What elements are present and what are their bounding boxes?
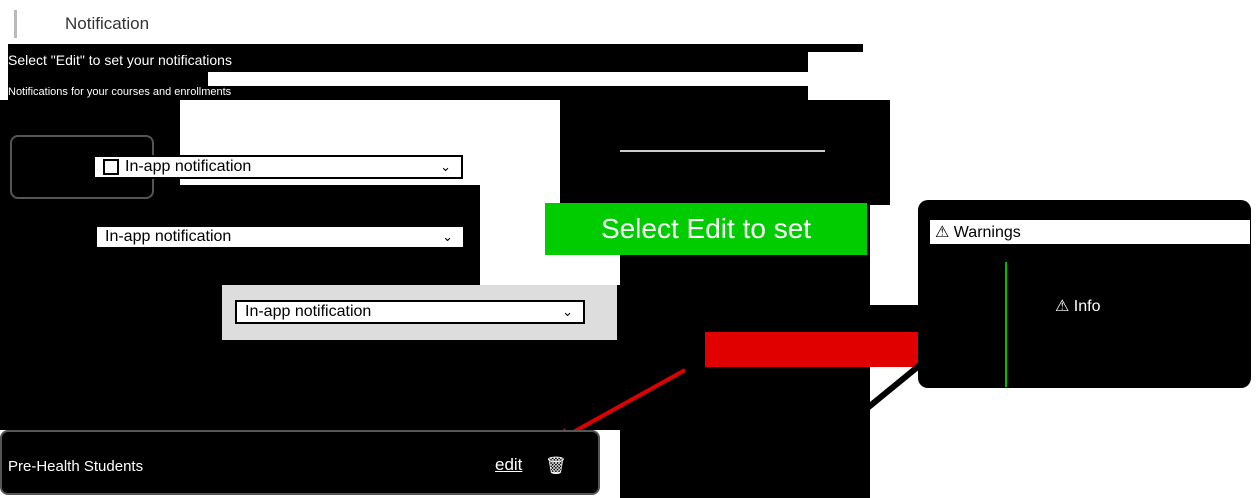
checkbox-icon[interactable] <box>103 159 119 175</box>
divider <box>620 150 825 152</box>
description-line-1: Select "Edit" to set your notifications <box>8 52 808 72</box>
content-block <box>0 100 180 310</box>
select-value: In-app notification <box>105 228 232 245</box>
select-value: In-app notification <box>245 303 372 320</box>
divider <box>8 72 208 86</box>
info-label[interactable]: ⚠ Info <box>1055 296 1100 316</box>
description-line-2: Notifications for your courses and enrol… <box>8 86 808 100</box>
course-name: Pre-Health Students <box>8 458 144 475</box>
connector-line <box>863 362 922 413</box>
chevron-down-icon: ⌄ <box>562 304 573 319</box>
page-title: Notification <box>65 14 150 33</box>
divider <box>1005 262 1007 387</box>
edit-link[interactable]: edit <box>495 455 522 475</box>
warnings-label: ⚠ Warnings <box>935 224 1021 241</box>
notification-select-1[interactable]: In-app notification ⌄ <box>93 155 463 179</box>
instruction-callout: Select Edit to set <box>545 203 867 255</box>
notification-select-3[interactable]: In-app notification ⌄ <box>235 300 585 324</box>
content-block <box>705 367 865 392</box>
chevron-down-icon: ⌄ <box>442 229 453 244</box>
warning-icon: ⚠ <box>935 224 950 241</box>
warning-icon: ⚠ <box>1055 298 1070 315</box>
title-accent <box>14 10 17 38</box>
chevron-down-icon: ⌄ <box>440 159 451 174</box>
select-value: In-app notification <box>125 158 252 175</box>
trash-icon[interactable]: 🗑 <box>545 456 567 476</box>
divider <box>8 44 863 52</box>
notification-select-2[interactable]: In-app notification ⌄ <box>95 225 465 249</box>
content-block <box>560 100 890 205</box>
